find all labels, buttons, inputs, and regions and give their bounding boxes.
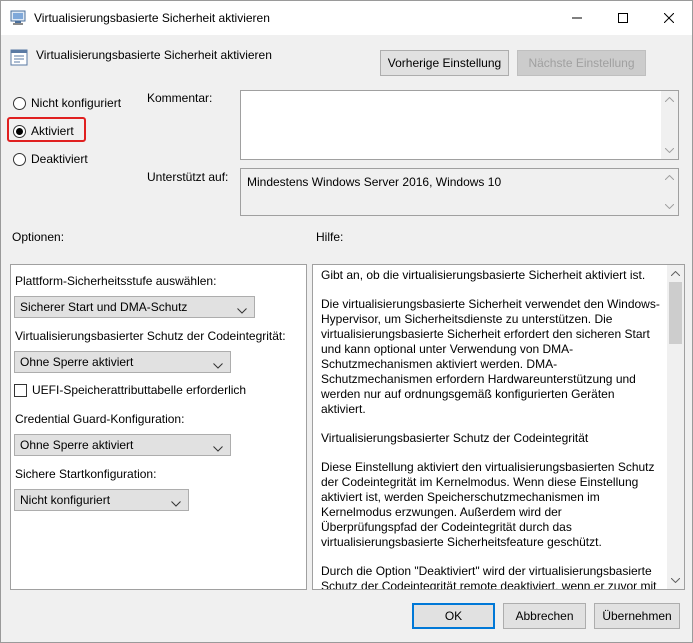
scroll-up-icon[interactable] [661,91,678,108]
supported-scrollbar[interactable] [661,169,678,215]
help-panel: Gibt an, ob die virtualisierungsbasierte… [312,264,685,590]
chevron-down-icon [237,303,247,317]
securelaunch-label: Sichere Startkonfiguration: [15,467,157,481]
maximize-button[interactable] [600,1,646,35]
comment-label: Kommentar: [147,91,213,105]
scroll-down-icon[interactable] [667,572,684,589]
radio-label: Aktiviert [31,124,74,138]
maximize-icon [618,13,628,23]
supported-field: Mindestens Windows Server 2016, Windows … [240,168,679,216]
codeintegrity-label: Virtualisierungsbasierter Schutz der Cod… [15,329,286,343]
help-text: Gibt an, ob die virtualisierungsbasierte… [321,268,661,590]
options-label: Optionen: [12,230,65,244]
minimize-icon [572,13,582,23]
radio-label: Deaktiviert [31,152,88,166]
title-bar[interactable]: Virtualisierungsbasierte Sicherheit akti… [1,1,692,35]
ok-button[interactable]: OK [412,603,495,629]
policy-title: Virtualisierungsbasierte Sicherheit akti… [36,48,272,62]
supported-value: Mindestens Windows Server 2016, Windows … [247,175,502,189]
close-button[interactable] [646,1,692,35]
radio-label: Nicht konfiguriert [31,96,122,110]
help-paragraph: Gibt an, ob die virtualisierungsbasierte… [321,268,646,282]
help-paragraph: Durch die Option "Deaktiviert" wird der … [321,564,657,590]
scroll-down-icon[interactable] [661,198,678,215]
help-paragraph: Virtualisierungsbasierter Schutz der Cod… [321,431,589,445]
scroll-up-icon[interactable] [661,169,678,186]
platform-label: Plattform-Sicherheitsstufe auswählen: [15,274,217,288]
apply-button[interactable]: Übernehmen [594,603,680,629]
chevron-down-icon [213,441,223,455]
credguard-label: Credential Guard-Konfiguration: [15,412,185,426]
chevron-down-icon [213,358,223,372]
supported-label: Unterstützt auf: [147,170,229,184]
help-label: Hilfe: [316,230,344,244]
comment-textarea[interactable] [240,90,679,160]
credguard-select[interactable]: Ohne Sperre aktiviert [14,434,231,456]
close-icon [664,13,674,23]
radio-enabled[interactable]: Aktiviert [13,124,74,138]
radio-not-configured[interactable]: Nicht konfiguriert [13,96,121,110]
radio-button[interactable] [13,96,26,110]
policy-dialog: Virtualisierungsbasierte Sicherheit akti… [0,0,693,643]
previous-setting-button[interactable]: Vorherige Einstellung [380,50,509,76]
help-paragraph: Diese Einstellung aktiviert den virtuali… [321,460,655,549]
next-setting-button[interactable]: Nächste Einstellung [517,50,646,76]
codeintegrity-value: Ohne Sperre aktiviert [20,355,134,369]
cancel-button[interactable]: Abbrechen [503,603,586,629]
help-paragraph: Die virtualisierungsbasierte Sicherheit … [321,297,660,416]
window-title: Virtualisierungsbasierte Sicherheit akti… [34,11,270,25]
uefi-checkbox[interactable] [14,383,27,397]
uefi-label: UEFI-Speicherattributtabelle erforderlic… [32,383,247,397]
credguard-value: Ohne Sperre aktiviert [20,438,134,452]
comment-scrollbar[interactable] [661,91,678,159]
minimize-button[interactable] [554,1,600,35]
radio-button[interactable] [13,152,26,166]
policy-editor-icon [10,10,28,26]
help-scrollbar[interactable] [667,265,684,589]
radio-button[interactable] [13,124,26,138]
platform-value: Sicherer Start und DMA-Schutz [20,300,188,314]
securelaunch-value: Nicht konfiguriert [20,493,111,507]
uefi-checkbox-row[interactable]: UEFI-Speicherattributtabelle erforderlic… [14,383,246,397]
chevron-down-icon [171,496,181,510]
scroll-thumb[interactable] [669,282,682,344]
securelaunch-select[interactable]: Nicht konfiguriert [14,489,189,511]
scroll-down-icon[interactable] [661,142,678,159]
options-panel: Plattform-Sicherheitsstufe auswählen: Si… [10,264,307,590]
codeintegrity-select[interactable]: Ohne Sperre aktiviert [14,351,231,373]
scroll-up-icon[interactable] [667,265,684,282]
radio-disabled[interactable]: Deaktiviert [13,152,88,166]
platform-select[interactable]: Sicherer Start und DMA-Schutz [14,296,255,318]
policy-setting-icon [10,48,30,68]
